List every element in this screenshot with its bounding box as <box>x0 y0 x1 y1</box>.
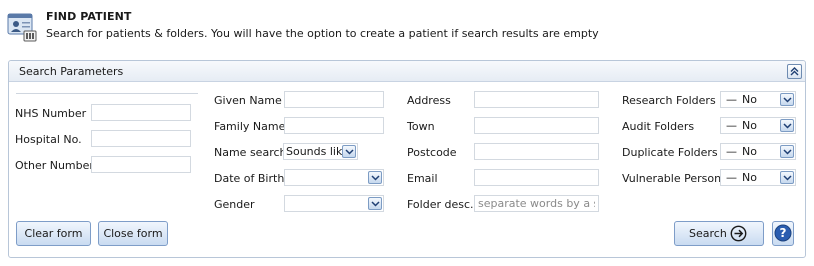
date-of-birth-label: Date of Birth <box>214 172 285 185</box>
chevron-down-icon[interactable] <box>368 197 382 210</box>
arrow-right-circle-icon <box>730 225 747 245</box>
duplicate-folders-select[interactable]: — No <box>720 143 796 160</box>
page-title: FIND PATIENT <box>46 10 132 23</box>
help-icon: ? <box>774 224 792 245</box>
postcode-label: Postcode <box>407 146 457 159</box>
duplicate-folders-label: Duplicate Folders <box>622 146 718 159</box>
chevron-down-icon[interactable] <box>780 93 794 106</box>
given-name-label: Given Name <box>214 94 282 107</box>
other-number-label: Other Number <box>15 159 94 172</box>
clear-form-label: Clear form <box>24 227 83 240</box>
svg-text:?: ? <box>780 226 787 240</box>
vulnerable-persons-value: No <box>742 171 757 184</box>
address-input[interactable] <box>474 91 599 108</box>
name-search-value: Sounds like <box>286 145 349 158</box>
research-folders-dash: — <box>726 93 737 106</box>
vulnerable-persons-dash: — <box>726 171 737 184</box>
research-folders-select[interactable]: — No <box>720 91 796 108</box>
duplicate-folders-dash: — <box>726 145 737 158</box>
hospital-no-label: Hospital No. <box>15 133 82 146</box>
research-folders-label: Research Folders <box>622 94 716 107</box>
research-folders-value: No <box>742 93 757 106</box>
search-button[interactable]: Search <box>674 221 764 246</box>
help-button[interactable]: ? <box>772 221 794 246</box>
close-form-button[interactable]: Close form <box>98 221 168 246</box>
chevron-down-icon[interactable] <box>780 145 794 158</box>
clear-form-button[interactable]: Clear form <box>16 221 91 246</box>
audit-folders-dash: — <box>726 119 737 132</box>
email-label: Email <box>407 172 438 185</box>
email-input[interactable] <box>474 169 599 186</box>
audit-folders-select[interactable]: — No <box>720 117 796 134</box>
close-form-label: Close form <box>103 227 163 240</box>
gender-label: Gender <box>214 198 255 211</box>
name-search-label: Name search <box>214 146 287 159</box>
folder-desc-label: Folder desc. <box>407 198 474 211</box>
page-header: FIND PATIENT Search for patients & folde… <box>0 0 814 52</box>
hospital-no-input[interactable] <box>91 130 191 147</box>
gender-select[interactable] <box>284 195 384 212</box>
town-label: Town <box>407 120 435 133</box>
other-number-input[interactable] <box>91 156 191 173</box>
vulnerable-persons-select[interactable]: — No <box>720 169 796 186</box>
page-subtitle: Search for patients & folders. You will … <box>46 27 599 40</box>
chevron-down-icon[interactable] <box>368 171 382 184</box>
name-search-select[interactable]: Sounds like <box>283 143 358 160</box>
folder-desc-input[interactable] <box>474 195 599 212</box>
family-name-input[interactable] <box>284 117 384 134</box>
given-name-input[interactable] <box>284 91 384 108</box>
address-label: Address <box>407 94 451 107</box>
vulnerable-persons-label: Vulnerable Persons <box>622 172 727 185</box>
collapse-button[interactable] <box>787 64 802 79</box>
family-name-label: Family Name <box>214 120 286 133</box>
postcode-input[interactable] <box>474 143 599 160</box>
nhs-number-label: NHS Number <box>15 107 87 120</box>
patient-folder-icon <box>6 11 38 43</box>
date-of-birth-select[interactable] <box>284 169 384 186</box>
panel-title: Search Parameters <box>19 65 124 78</box>
panel-header: Search Parameters <box>9 61 805 82</box>
search-label: Search <box>689 227 727 240</box>
double-chevron-up-icon <box>790 67 799 76</box>
audit-folders-label: Audit Folders <box>622 120 695 133</box>
chevron-down-icon[interactable] <box>780 119 794 132</box>
column-divider <box>16 93 198 94</box>
nhs-number-input[interactable] <box>91 104 191 121</box>
town-input[interactable] <box>474 117 599 134</box>
chevron-down-icon[interactable] <box>342 145 356 158</box>
audit-folders-value: No <box>742 119 757 132</box>
chevron-down-icon[interactable] <box>780 171 794 184</box>
duplicate-folders-value: No <box>742 145 757 158</box>
